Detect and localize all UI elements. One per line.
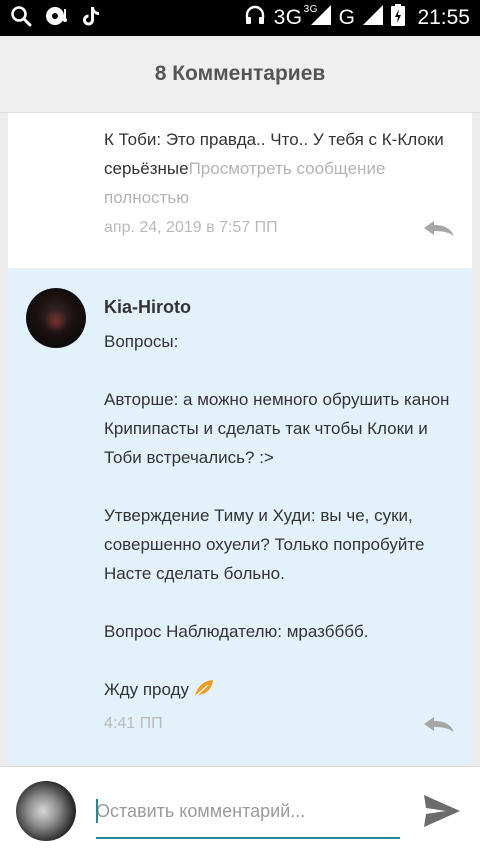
comment-input-wrapper[interactable] <box>96 791 400 839</box>
comment-author[interactable]: Kia-Hiroto <box>104 297 191 318</box>
user-avatar <box>16 781 76 841</box>
network-3g-label: 3G 3G <box>273 4 318 29</box>
comment-line: Жду проду <box>104 680 189 699</box>
signal-icon-2 <box>363 5 384 31</box>
comment-timestamp: 4:41 ПП <box>104 715 163 732</box>
avatar[interactable] <box>26 288 86 348</box>
comment-input[interactable] <box>96 791 400 831</box>
comment-line: Вопросы: <box>104 332 179 351</box>
send-icon[interactable] <box>420 789 464 833</box>
comment-line: Утверждение Тиму и Худи: вы че, суки, со… <box>104 506 425 583</box>
page-title: 8 Комментариев <box>154 62 326 85</box>
clock: 21:55 <box>417 6 470 29</box>
reply-icon[interactable] <box>422 715 456 738</box>
tiktok-icon <box>82 5 102 32</box>
comment-card: К Тоби: Это правда.. Что.. У тебя с К-Кл… <box>8 113 472 268</box>
headphones-icon <box>244 4 266 32</box>
comments-header: 8 Комментариев <box>0 36 480 113</box>
comment-line: Вопрос Наблюдателю: мразбббб. <box>104 622 369 641</box>
battery-icon <box>391 4 406 32</box>
comment-composer <box>0 766 480 855</box>
network-g-label: G <box>338 6 356 29</box>
comment-body: Вопросы: Авторше: а можно немного обруши… <box>104 327 454 707</box>
comment-card-highlighted: Kia-Hiroto Вопросы: Авторше: а можно нем… <box>8 269 472 765</box>
status-bar: 3G 3G G 21:55 <box>0 0 480 36</box>
comment-line-last: Жду проду <box>104 675 454 707</box>
comment-timestamp: апр. 24, 2019 в 7:57 ПП <box>104 219 278 236</box>
reply-icon[interactable] <box>422 219 456 242</box>
comment-text: К Тоби: Это правда.. Что.. У тебя с К-Кл… <box>104 125 464 212</box>
leaf-emoji-icon <box>193 678 215 707</box>
text-caret <box>96 799 98 823</box>
music-player-icon <box>44 5 70 32</box>
comment-line: Авторше: а можно немного обрушить канон … <box>104 390 450 467</box>
search-icon <box>10 5 32 32</box>
comments-list[interactable]: К Тоби: Это правда.. Что.. У тебя с К-Кл… <box>0 113 480 765</box>
